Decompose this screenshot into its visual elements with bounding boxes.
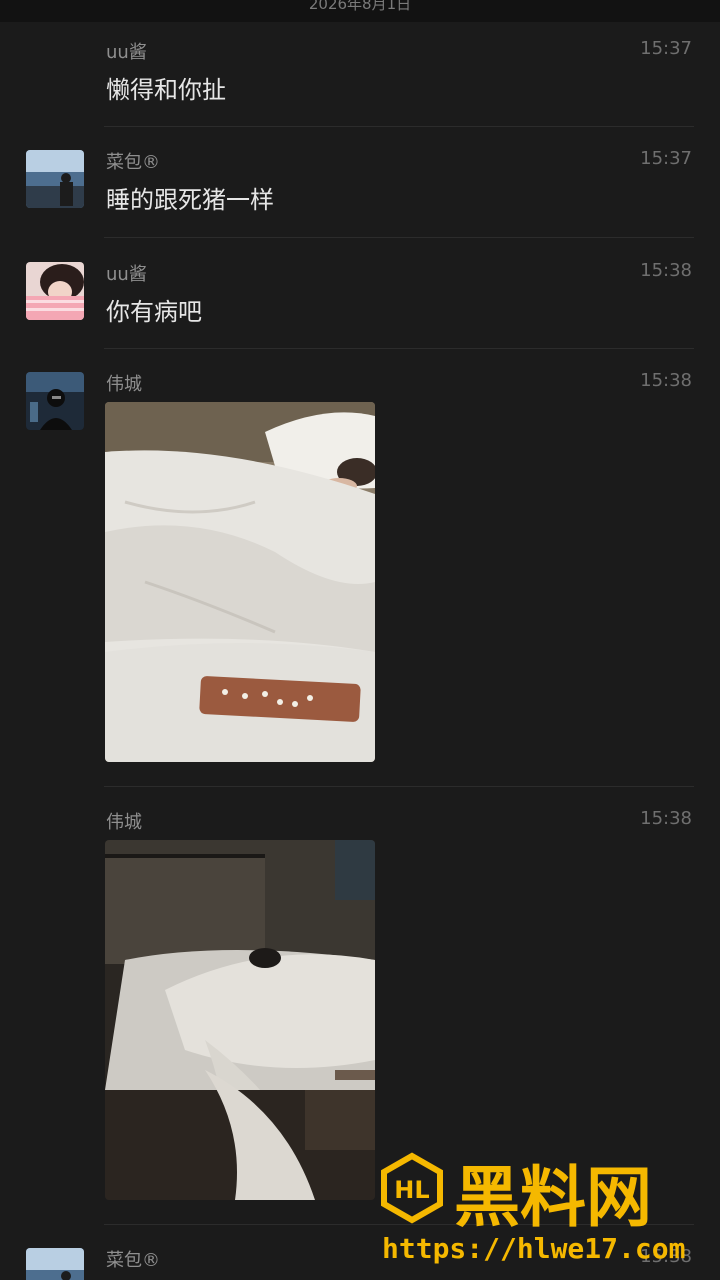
message-item[interactable]: 菜包® 15:37 睡的跟死猪一样 [0,140,720,236]
message-photo[interactable] [105,840,375,1200]
avatar[interactable] [26,1248,84,1280]
divider [104,786,694,787]
divider [104,348,694,349]
message-text: 懒得和你扯 [106,76,226,104]
sender-name: 菜包® [106,1250,160,1271]
sender-name: 伟城 [106,812,142,833]
message-time: 15:38 [640,808,692,829]
message-item[interactable]: uu酱 15:38 你有病吧 [0,252,720,348]
message-time: 15:37 [640,148,692,169]
message-time: 15:38 [640,260,692,281]
message-time: 15:37 [640,38,692,59]
logo-text: HL [394,1176,429,1204]
divider [104,126,694,127]
message-item[interactable]: uu酱 15:37 懒得和你扯 [0,30,720,126]
chat-history-screen: 2026年8月1日 uu酱 15:37 懒得和你扯 菜包® 15:37 睡的跟死… [0,0,720,1280]
message-time: 15:38 [640,370,692,391]
hl-logo-icon: HL [381,1152,443,1224]
sender-name: 菜包® [106,152,160,173]
message-text: 你有病吧 [106,298,202,326]
sender-name: 伟城 [106,374,142,395]
brand-text: 黑料网 [454,1159,652,1236]
divider [104,237,694,238]
date-label: 2026年8月1日 [308,0,412,13]
date-header: 2026年8月1日 [0,0,720,22]
message-photo[interactable] [105,402,375,762]
watermark-url: https://hlwe17.com [382,1232,685,1265]
message-text: 睡的跟死猪一样 [106,186,274,214]
avatar[interactable] [26,372,84,430]
message-item[interactable]: 伟城 15:38 [0,362,720,786]
sender-name: uu酱 [106,264,147,285]
sender-name: uu酱 [106,42,147,63]
watermark: HL 黑料网 https://hlwe17.com [378,1152,708,1270]
avatar[interactable] [26,262,84,320]
avatar[interactable] [26,150,84,208]
